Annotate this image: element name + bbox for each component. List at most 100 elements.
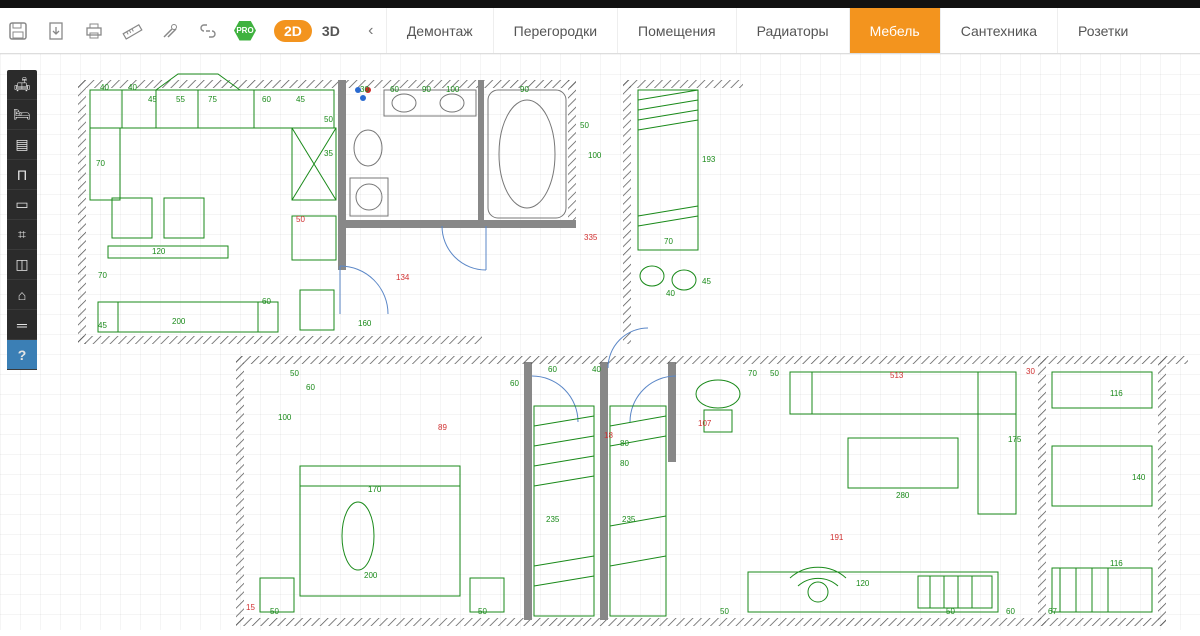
svg-text:67: 67 (1048, 607, 1057, 616)
tab-demolition[interactable]: Демонтаж (386, 8, 493, 53)
window-titlebar (0, 0, 1200, 8)
svg-text:107: 107 (698, 419, 712, 428)
svg-text:45: 45 (296, 95, 305, 104)
svg-text:100: 100 (446, 85, 460, 94)
svg-text:89: 89 (438, 423, 447, 432)
svg-text:60: 60 (510, 379, 519, 388)
svg-text:70: 70 (98, 271, 107, 280)
svg-text:80: 80 (620, 459, 629, 468)
tab-sockets[interactable]: Розетки (1057, 8, 1148, 53)
svg-text:175: 175 (1008, 435, 1022, 444)
svg-text:513: 513 (890, 371, 904, 380)
svg-text:140: 140 (1132, 473, 1146, 482)
svg-text:200: 200 (364, 571, 378, 580)
svg-text:200: 200 (172, 317, 186, 326)
svg-text:40: 40 (128, 83, 137, 92)
svg-text:60: 60 (390, 85, 399, 94)
furniture-palette: 🛋 🛏 ▤ П ▭ ⌗ ◫ ⌂ ═ ? (7, 70, 37, 370)
svg-text:50: 50 (324, 115, 333, 124)
top-toolbar: PRO 2D 3D ‹ Демонтаж Перегородки Помещен… (0, 8, 1200, 54)
palette-home[interactable]: ⌂ (7, 280, 37, 310)
svg-text:55: 55 (176, 95, 185, 104)
palette-wardrobe[interactable]: ◫ (7, 250, 37, 280)
svg-text:45: 45 (98, 321, 107, 330)
svg-text:335: 335 (584, 233, 598, 242)
floor-plan-canvas[interactable]: 40 40 45 55 75 60 45 70 35 50 90 30 60 1… (0, 54, 1200, 630)
svg-text:60: 60 (262, 95, 271, 104)
tab-radiators[interactable]: Радиаторы (736, 8, 849, 53)
nav-back-arrow[interactable]: ‹ (356, 8, 386, 53)
room-bathroom (346, 80, 576, 270)
palette-tv[interactable]: ▭ (7, 190, 37, 220)
palette-bed[interactable]: 🛏 (7, 100, 37, 130)
svg-text:170: 170 (368, 485, 382, 494)
measure-icon[interactable] (120, 19, 144, 43)
svg-text:100: 100 (278, 413, 292, 422)
help-button[interactable]: ? (7, 340, 37, 370)
svg-text:70: 70 (748, 369, 757, 378)
svg-text:60: 60 (548, 365, 557, 374)
svg-text:134: 134 (396, 273, 410, 282)
svg-text:40: 40 (592, 365, 601, 374)
svg-text:235: 235 (622, 515, 636, 524)
svg-text:45: 45 (702, 277, 711, 286)
pro-badge[interactable]: PRO (234, 21, 256, 41)
svg-text:15: 15 (246, 603, 255, 612)
hallway-upper (623, 80, 743, 344)
tab-furniture[interactable]: Мебель (849, 8, 940, 53)
tab-plumbing[interactable]: Сантехника (940, 8, 1057, 53)
svg-text:40: 40 (666, 289, 675, 298)
tab-strip: Демонтаж Перегородки Помещения Радиаторы… (386, 8, 1200, 53)
svg-text:100: 100 (588, 151, 602, 160)
svg-text:50: 50 (290, 369, 299, 378)
palette-crib[interactable]: ⌗ (7, 220, 37, 250)
tools-icon[interactable] (158, 19, 182, 43)
palette-gym[interactable]: ═ (7, 310, 37, 340)
svg-text:50: 50 (580, 121, 589, 130)
svg-text:116: 116 (1110, 389, 1123, 398)
svg-text:80: 80 (620, 439, 629, 448)
view-2d-button[interactable]: 2D (274, 20, 312, 42)
dimensions-green: 40 40 45 55 75 60 45 70 35 50 90 30 60 1… (96, 83, 1146, 616)
svg-text:50: 50 (946, 607, 955, 616)
svg-text:50: 50 (720, 607, 729, 616)
tab-rooms[interactable]: Помещения (617, 8, 736, 53)
view-toggle: 2D 3D (274, 20, 350, 42)
svg-text:193: 193 (702, 155, 716, 164)
svg-text:60: 60 (1006, 607, 1015, 616)
svg-text:60: 60 (306, 383, 315, 392)
download-icon[interactable] (44, 19, 68, 43)
room-balcony (1052, 372, 1152, 612)
svg-text:50: 50 (296, 215, 305, 224)
svg-text:120: 120 (152, 247, 166, 256)
svg-text:30: 30 (360, 85, 369, 94)
tab-partitions[interactable]: Перегородки (493, 8, 617, 53)
svg-text:120: 120 (856, 579, 870, 588)
svg-text:75: 75 (208, 95, 217, 104)
svg-text:60: 60 (262, 297, 271, 306)
room-living (696, 372, 1016, 612)
svg-text:90: 90 (422, 85, 431, 94)
svg-text:160: 160 (358, 319, 372, 328)
svg-text:280: 280 (896, 491, 910, 500)
svg-text:45: 45 (148, 95, 157, 104)
svg-text:50: 50 (478, 607, 487, 616)
svg-text:50: 50 (770, 369, 779, 378)
print-icon[interactable] (82, 19, 106, 43)
view-3d-button[interactable]: 3D (312, 20, 350, 42)
svg-text:235: 235 (546, 515, 560, 524)
palette-table[interactable]: П (7, 160, 37, 190)
svg-text:18: 18 (604, 431, 613, 440)
room-kitchen (78, 74, 482, 344)
svg-text:50: 50 (270, 607, 279, 616)
link-icon[interactable] (196, 19, 220, 43)
palette-sofa[interactable]: 🛋 (7, 70, 37, 100)
toolbar-left-group: PRO 2D 3D (0, 8, 356, 53)
svg-text:191: 191 (830, 533, 844, 542)
svg-text:90: 90 (520, 85, 529, 94)
palette-dresser[interactable]: ▤ (7, 130, 37, 160)
floor-plan-drawing: 40 40 45 55 75 60 45 70 35 50 90 30 60 1… (48, 66, 1188, 636)
save-icon[interactable] (6, 19, 30, 43)
svg-text:70: 70 (96, 159, 105, 168)
svg-text:40: 40 (100, 83, 109, 92)
